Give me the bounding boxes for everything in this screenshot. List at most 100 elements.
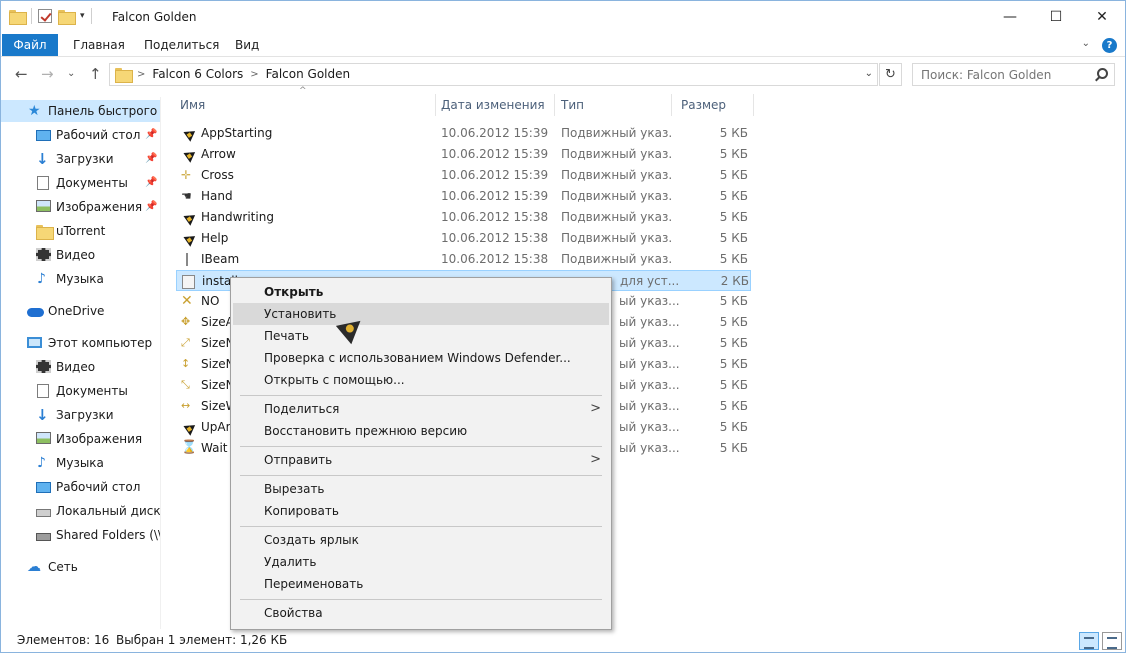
- file-row[interactable]: AppStarting 10.06.2012 15:39 Подвижный у…: [176, 123, 751, 144]
- sidebar-item-onedrive[interactable]: OneDrive: [1, 300, 160, 322]
- menu-item-delete[interactable]: Удалить: [233, 551, 609, 573]
- sidebar-item-video[interactable]: Видео: [1, 244, 160, 266]
- tab-share[interactable]: Поделиться: [144, 34, 219, 56]
- sidebar-item-documents[interactable]: Документы 📌: [1, 172, 160, 194]
- menu-divider: [240, 395, 602, 396]
- chevron-right-icon: >: [590, 452, 601, 467]
- menu-item-properties[interactable]: Свойства: [233, 602, 609, 624]
- menu-item-copy[interactable]: Копировать: [233, 500, 609, 522]
- cursor-wait-icon: ⌛: [181, 440, 198, 455]
- column-divider[interactable]: [554, 94, 555, 116]
- cursor-arrow-icon: [183, 210, 199, 226]
- back-button[interactable]: ←: [15, 65, 28, 83]
- file-size: 5 КБ: [719, 378, 748, 392]
- toolbar-divider: [31, 8, 32, 24]
- menu-item-open-with[interactable]: Открыть с помощью...: [233, 369, 609, 391]
- search-icon[interactable]: [1097, 68, 1108, 79]
- sidebar-item-network[interactable]: ☁ Сеть: [1, 556, 160, 578]
- sidebar-item-shared-folders[interactable]: Shared Folders (\\vmware-host) (Z:): [1, 524, 160, 546]
- file-row[interactable]: Arrow 10.06.2012 15:39 Подвижный указ...…: [176, 144, 751, 165]
- properties-icon[interactable]: [38, 9, 52, 23]
- up-button[interactable]: ↑: [89, 65, 102, 83]
- cursor-size-diagonal-icon: ⤢: [181, 336, 190, 349]
- sidebar-item-pc-documents[interactable]: Документы: [1, 380, 160, 402]
- column-header-date[interactable]: Дата изменения: [441, 91, 554, 119]
- file-size: 5 КБ: [719, 441, 748, 455]
- breadcrumb-falcon-6-colors[interactable]: Falcon 6 Colors: [152, 64, 243, 85]
- sidebar-item-pc-music[interactable]: ♪ Музыка: [1, 452, 160, 474]
- menu-item-rename[interactable]: Переименовать: [233, 573, 609, 595]
- sidebar-item-downloads[interactable]: ↓ Загрузки 📌: [1, 148, 160, 170]
- sidebar-item-pc-downloads[interactable]: ↓ Загрузки: [1, 404, 160, 426]
- sidebar-item-pc-desktop[interactable]: Рабочий стол: [1, 476, 160, 498]
- sidebar-item-label: Этот компьютер: [48, 336, 153, 350]
- tab-home[interactable]: Главная: [73, 34, 125, 56]
- column-divider[interactable]: [435, 94, 436, 116]
- setup-info-icon: [182, 275, 195, 289]
- menu-item-share[interactable]: Поделиться >: [233, 398, 609, 420]
- navigation-pane[interactable]: ★ Панель быстрого доступа Рабочий стол 📌…: [1, 97, 161, 629]
- sidebar-item-label: Музыка: [56, 272, 104, 286]
- file-size: 5 КБ: [719, 231, 748, 245]
- menu-item-create-shortcut[interactable]: Создать ярлык: [233, 529, 609, 551]
- sidebar-item-utorrent[interactable]: uTorrent: [1, 220, 160, 242]
- search-input[interactable]: [913, 64, 1093, 85]
- chevron-right-icon[interactable]: >: [250, 64, 258, 85]
- column-header-type[interactable]: Тип: [561, 91, 671, 119]
- sidebar-item-label: Локальный диск (C:): [56, 504, 161, 518]
- menu-item-install[interactable]: Установить: [233, 303, 609, 325]
- menu-item-open[interactable]: Открыть: [233, 281, 609, 303]
- recent-locations-button[interactable]: ⌄: [67, 68, 75, 79]
- address-history-dropdown[interactable]: ⌄: [865, 68, 873, 79]
- file-row[interactable]: ✛ Cross 10.06.2012 15:39 Подвижный указ.…: [176, 165, 751, 186]
- large-icons-view-button[interactable]: [1102, 632, 1122, 650]
- sidebar-item-desktop[interactable]: Рабочий стол 📌: [1, 124, 160, 146]
- sidebar-item-pc-video[interactable]: Видео: [1, 356, 160, 378]
- new-folder-icon[interactable]: [58, 9, 76, 25]
- expand-ribbon-icon[interactable]: ⌄: [1082, 38, 1090, 53]
- chevron-right-icon[interactable]: >: [137, 64, 145, 85]
- details-view-button[interactable]: [1079, 632, 1099, 650]
- maximize-button[interactable]: ☐: [1033, 1, 1079, 33]
- menu-item-defender-scan[interactable]: Проверка с использованием Windows Defend…: [233, 347, 609, 369]
- file-row[interactable]: ☚ Hand 10.06.2012 15:39 Подвижный указ..…: [176, 186, 751, 207]
- sidebar-item-pc-pictures[interactable]: Изображения: [1, 428, 160, 450]
- address-bar[interactable]: > Falcon 6 Colors > Falcon Golden ⌄: [109, 63, 878, 86]
- file-row[interactable]: IBeam 10.06.2012 15:38 Подвижный указ...…: [176, 249, 751, 270]
- menu-item-cut[interactable]: Вырезать: [233, 478, 609, 500]
- tab-view[interactable]: Вид: [235, 34, 259, 56]
- sidebar-item-local-disk[interactable]: Локальный диск (C:): [1, 500, 161, 522]
- tab-file[interactable]: Файл: [2, 34, 58, 56]
- minimize-button[interactable]: —: [987, 1, 1033, 33]
- column-header-size[interactable]: Размер: [681, 91, 751, 119]
- customize-toolbar-dropdown[interactable]: ▾: [80, 11, 85, 21]
- file-date: 10.06.2012 15:39: [441, 147, 549, 161]
- forward-button[interactable]: →: [41, 65, 54, 83]
- refresh-button[interactable]: ↻: [879, 63, 902, 86]
- sidebar-item-quick-access[interactable]: ★ Панель быстрого доступа: [1, 100, 160, 122]
- file-name: Wait: [201, 441, 228, 455]
- search-box[interactable]: [912, 63, 1115, 86]
- close-button[interactable]: ✕: [1079, 1, 1125, 33]
- sidebar-item-this-pc[interactable]: Этот компьютер: [1, 332, 160, 354]
- file-row[interactable]: Help 10.06.2012 15:38 Подвижный указ... …: [176, 228, 751, 249]
- desktop-icon: [36, 130, 51, 141]
- sidebar-item-label: OneDrive: [48, 304, 105, 318]
- column-header-name[interactable]: Имя: [180, 91, 435, 119]
- sidebar-item-label: Сеть: [48, 560, 78, 574]
- help-icon[interactable]: ?: [1102, 38, 1117, 53]
- menu-item-print[interactable]: Печать: [233, 325, 609, 347]
- menu-item-send-to[interactable]: Отправить >: [233, 449, 609, 471]
- file-type: Подвижный указ...: [561, 168, 673, 182]
- cursor-size-horizontal-icon: ↔: [181, 399, 191, 412]
- sidebar-item-music[interactable]: ♪ Музыка: [1, 268, 160, 290]
- file-size: 5 КБ: [719, 252, 748, 266]
- column-divider[interactable]: [753, 94, 754, 116]
- file-name: Arrow: [201, 147, 236, 161]
- menu-divider: [240, 475, 602, 476]
- file-row[interactable]: Handwriting 10.06.2012 15:38 Подвижный у…: [176, 207, 751, 228]
- breadcrumb-falcon-golden[interactable]: Falcon Golden: [266, 64, 350, 85]
- menu-item-restore-previous[interactable]: Восстановить прежнюю версию: [233, 420, 609, 442]
- column-divider[interactable]: [671, 94, 672, 116]
- sidebar-item-pictures[interactable]: Изображения 📌: [1, 196, 160, 218]
